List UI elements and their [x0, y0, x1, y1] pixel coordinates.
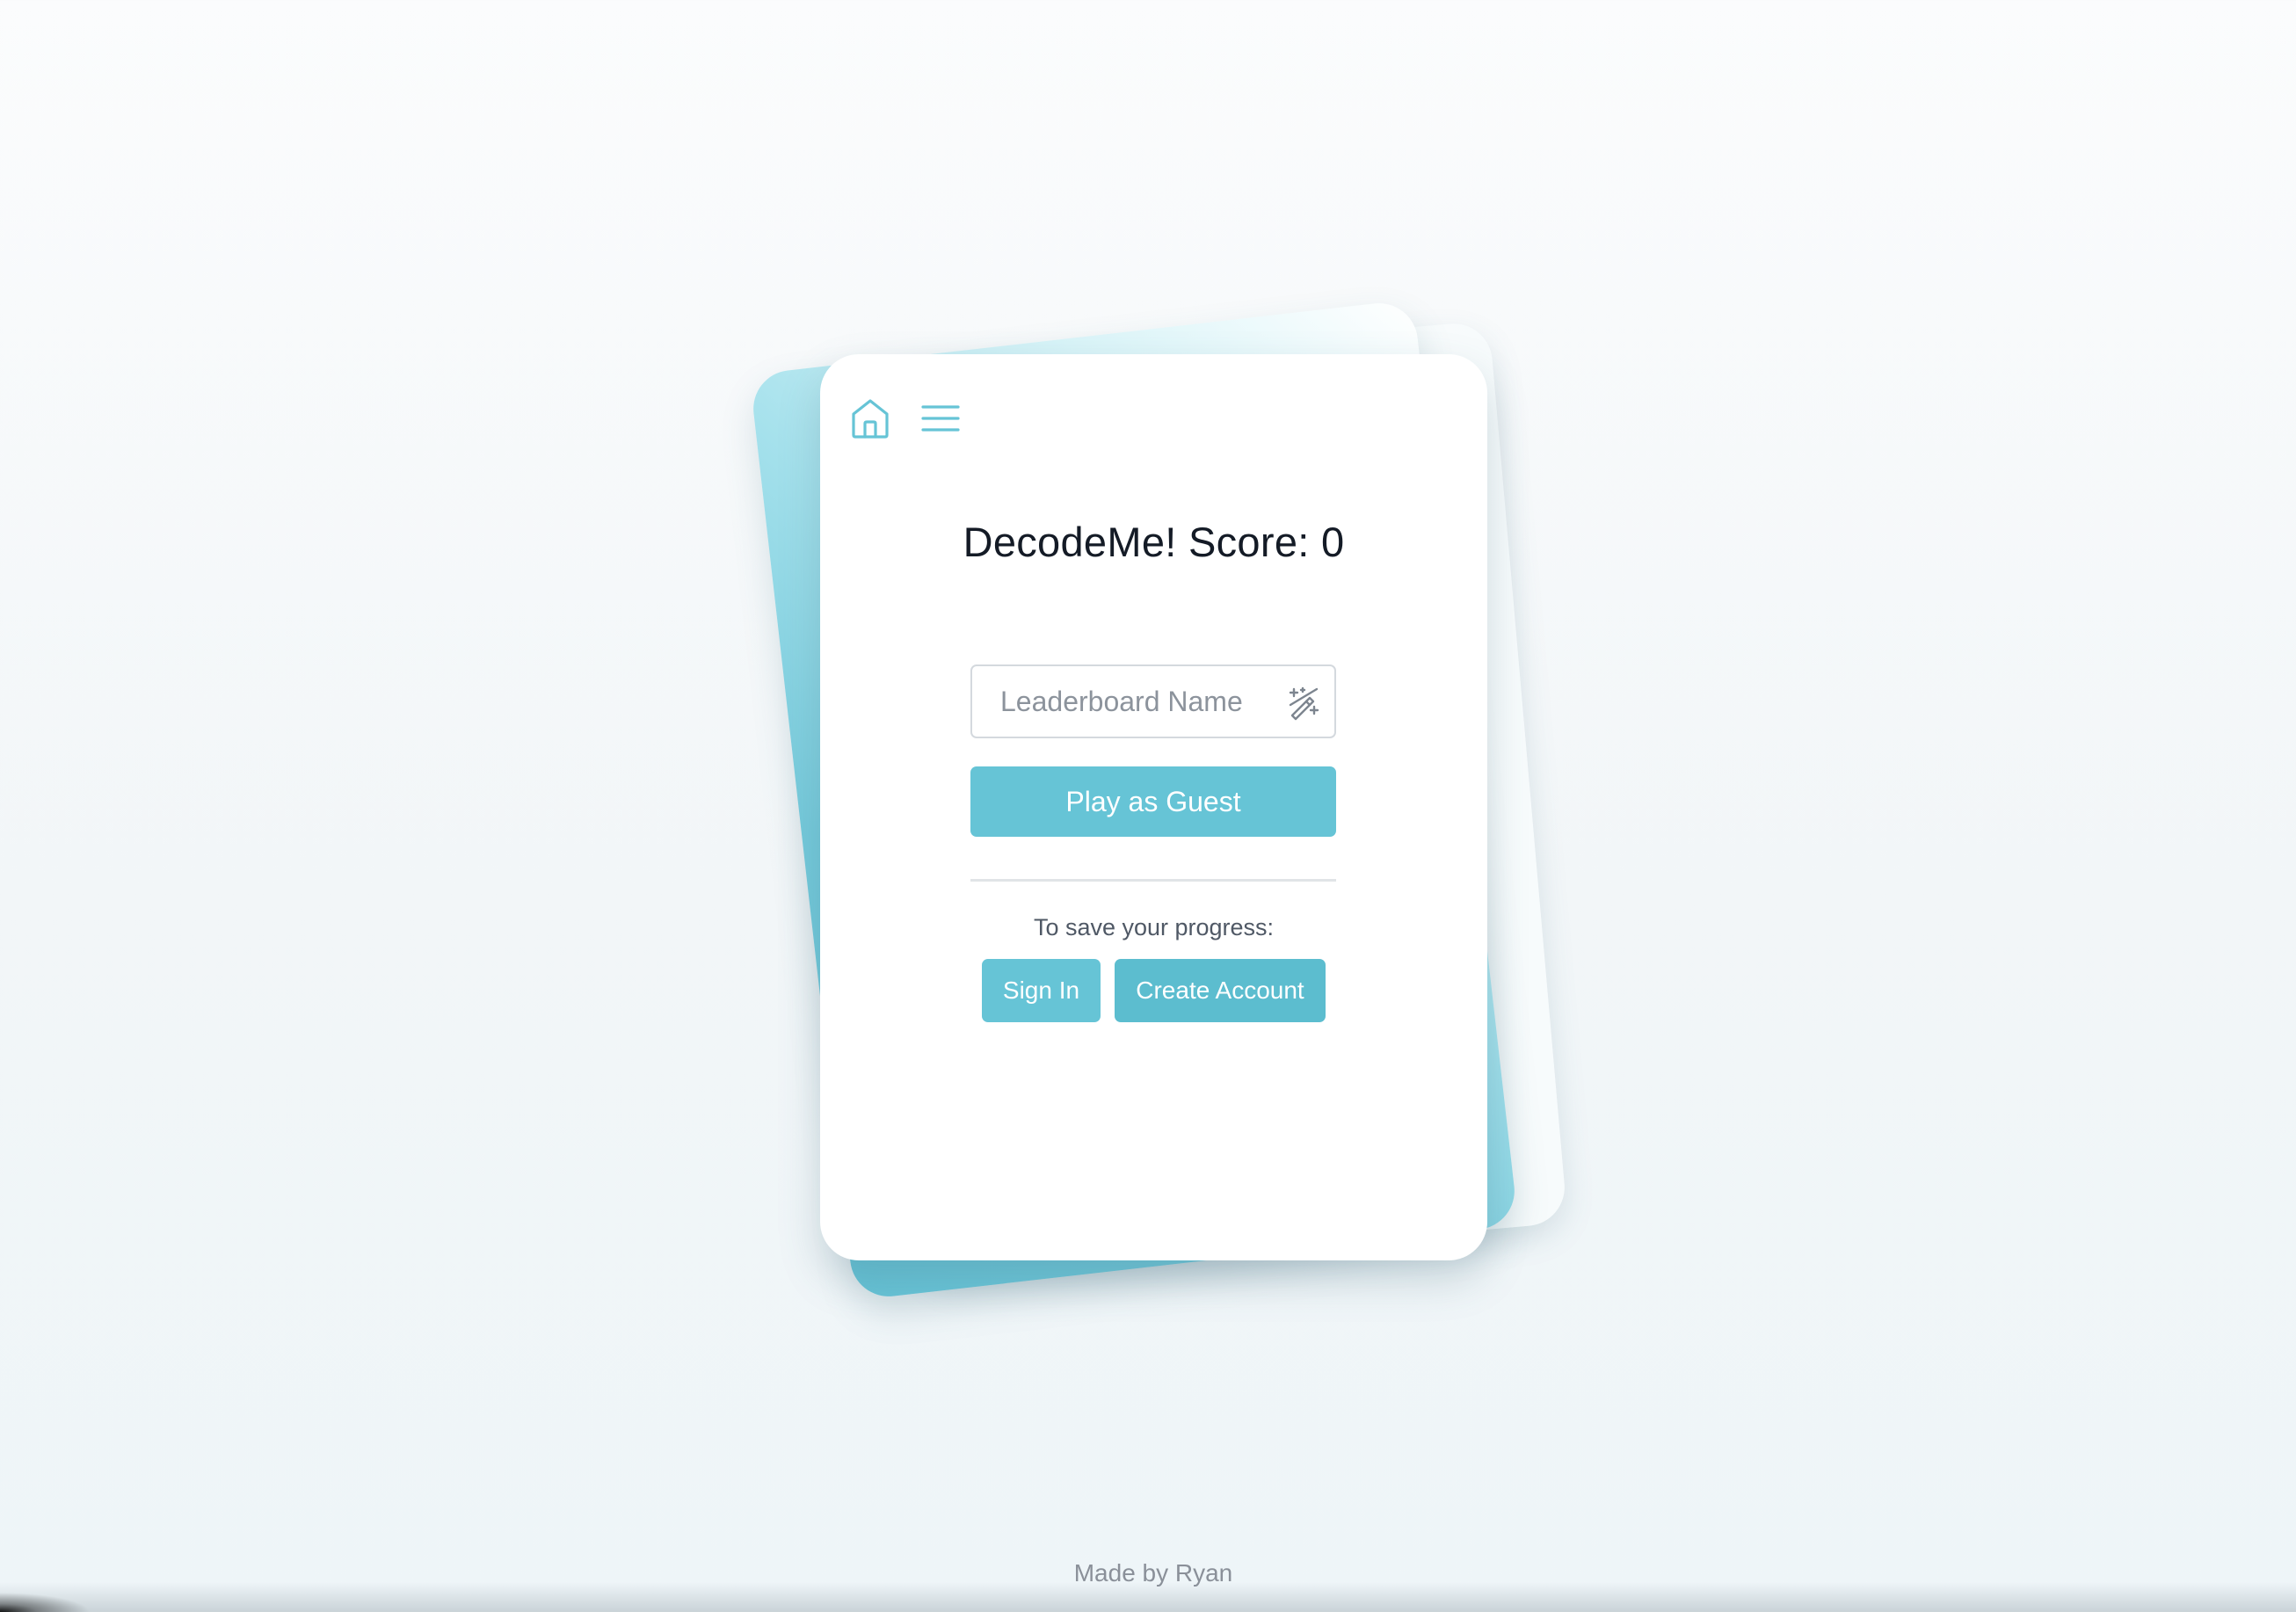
auth-buttons: Sign In Create Account	[982, 959, 1326, 1022]
sign-in-button[interactable]: Sign In	[982, 959, 1101, 1022]
window-corner-shadow	[0, 1589, 105, 1612]
leaderboard-name-input[interactable]	[972, 666, 1271, 737]
bottom-edge-shadow	[0, 1582, 2296, 1612]
main-card: DecodeMe! Score: 0 Play as Guest To	[820, 354, 1487, 1260]
home-icon[interactable]	[850, 398, 890, 439]
hamburger-menu-icon[interactable]	[920, 398, 961, 439]
leaderboard-name-field[interactable]	[970, 664, 1336, 738]
play-as-guest-button[interactable]: Play as Guest	[970, 766, 1336, 837]
save-progress-prompt: To save your progress:	[1033, 914, 1275, 940]
create-account-button[interactable]: Create Account	[1115, 959, 1326, 1022]
page-background: DecodeMe! Score: 0 Play as Guest To	[0, 0, 2296, 1612]
magic-wand-icon[interactable]	[1287, 686, 1322, 721]
divider	[970, 879, 1336, 882]
page-title: DecodeMe! Score: 0	[963, 519, 1345, 565]
card-nav	[850, 398, 961, 439]
